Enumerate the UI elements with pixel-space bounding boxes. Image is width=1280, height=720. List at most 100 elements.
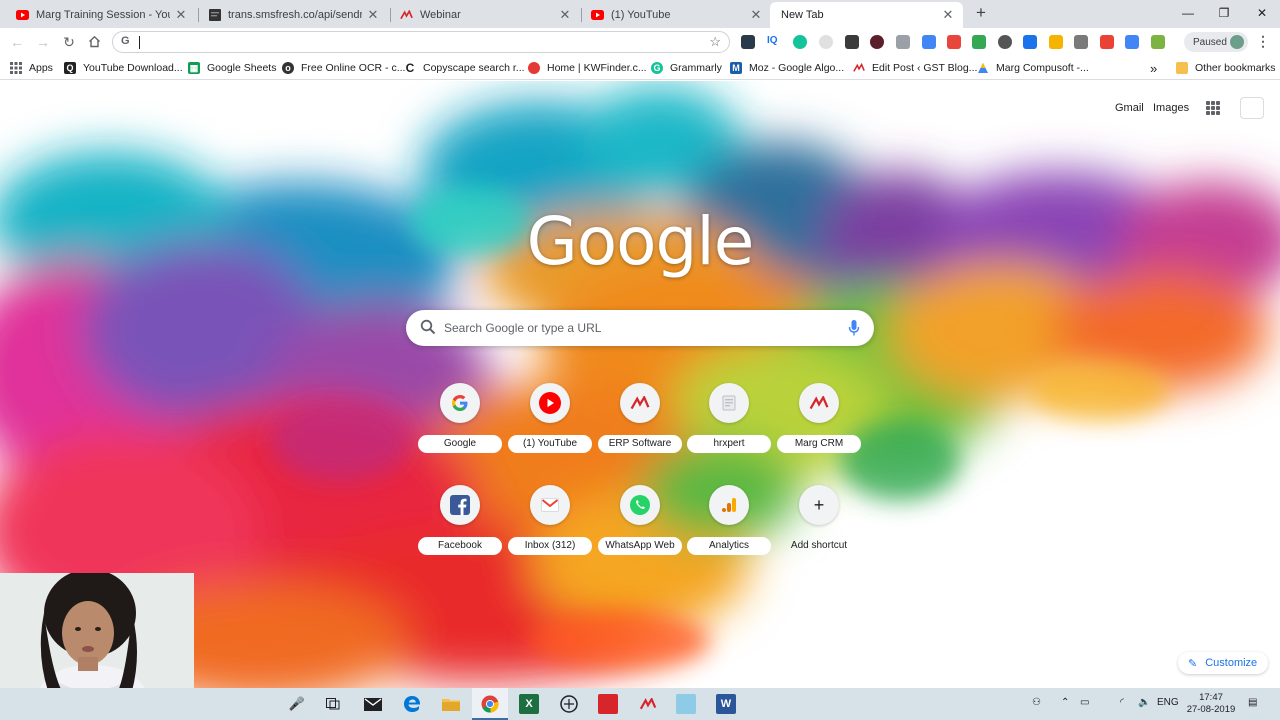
file-explorer-icon[interactable]	[441, 694, 461, 714]
shortcut-label: WhatsApp Web	[598, 537, 682, 555]
shortcut-google[interactable]: Google	[418, 383, 502, 469]
restore-button[interactable]: ❐	[1214, 4, 1234, 22]
extension-icon[interactable]	[922, 35, 936, 49]
bookmark-free-ocr[interactable]: o Free Online OCR - c...	[282, 60, 405, 76]
account-avatar[interactable]	[1240, 97, 1264, 119]
bookmarks-bar: Apps Q YouTube Download... ▦ Google Shee…	[0, 56, 1280, 80]
bookmark-google-sheets[interactable]: ▦ Google Sheets	[188, 60, 276, 76]
extension-icon[interactable]	[998, 35, 1012, 49]
microphone-icon[interactable]	[848, 319, 860, 337]
menu-kebab-icon[interactable]: ⋮	[1256, 33, 1270, 50]
close-icon[interactable]: ✕	[174, 7, 188, 23]
shortcut-label: Google	[418, 435, 502, 453]
power-icon[interactable]: ▭	[1080, 697, 1089, 708]
shortcut-erp-software[interactable]: ERP Software	[598, 383, 682, 469]
tab-marg-training[interactable]: Marg Training Session - YouTube ✕	[2, 2, 196, 28]
mail-icon[interactable]	[363, 694, 383, 714]
address-input[interactable]	[137, 34, 697, 50]
bookmarks-overflow-button[interactable]: »	[1150, 60, 1157, 76]
home-button[interactable]	[85, 33, 103, 51]
extension-icon[interactable]: IQ	[767, 35, 781, 49]
close-icon[interactable]: ✕	[941, 7, 955, 23]
shortcut-icon-circle	[440, 485, 480, 525]
google-sheets-icon: ▦	[188, 62, 200, 74]
bookmark-label: Google Sheets	[207, 62, 277, 74]
window-close-button[interactable]: ✕	[1252, 4, 1272, 22]
grammarly-icon[interactable]	[793, 35, 807, 49]
bookmark-kwfinder[interactable]: Home | KWFinder.c...	[528, 60, 647, 76]
extension-icon[interactable]	[1049, 35, 1063, 49]
profile-button[interactable]: Paused	[1184, 32, 1248, 52]
shortcut-marg-crm[interactable]: Marg CRM	[777, 383, 861, 469]
gmail-link[interactable]: Gmail	[1115, 102, 1144, 114]
bookmark-apps[interactable]: Apps	[10, 60, 53, 76]
tab-smsfresh[interactable]: trans.smsfresh.co/api/sendmsg.p ✕	[194, 2, 388, 28]
microphone-icon[interactable]: 🎤	[287, 694, 307, 714]
shortcut-hrxpert[interactable]: hrxpert	[687, 383, 771, 469]
reload-button[interactable]: ↻	[60, 33, 78, 51]
search-box[interactable]: Search Google or type a URL	[406, 310, 874, 346]
chevron-up-icon[interactable]: ⌃	[1061, 697, 1069, 708]
extension-icon[interactable]	[1023, 35, 1037, 49]
chrome-icon[interactable]	[480, 694, 500, 714]
shortcut-whatsapp-web[interactable]: WhatsApp Web	[598, 485, 682, 571]
marg-icon[interactable]	[638, 694, 658, 714]
bookmark-gst-blog[interactable]: Edit Post ‹ GST Blog...	[853, 60, 977, 76]
shortcut-inbox[interactable]: Inbox (312)	[508, 485, 592, 571]
extension-icon[interactable]	[845, 35, 859, 49]
extension-icon[interactable]	[947, 35, 961, 49]
link-extension-icon[interactable]	[819, 35, 833, 49]
network-icon[interactable]: ◜	[1120, 697, 1124, 708]
notepad-icon[interactable]	[676, 694, 696, 714]
language-indicator[interactable]: ENG	[1157, 697, 1179, 708]
bookmark-youtube-download[interactable]: Q YouTube Download...	[64, 60, 183, 76]
volume-icon[interactable]: 🔈	[1138, 697, 1150, 708]
extension-icon[interactable]	[1100, 35, 1114, 49]
bookmark-moz[interactable]: M Moz - Google Algo...	[730, 60, 844, 76]
customize-button[interactable]: ✎ Customize	[1178, 652, 1268, 674]
extension-icon[interactable]	[972, 35, 986, 49]
new-tab-button[interactable]: +	[972, 4, 990, 22]
edge-icon[interactable]	[402, 694, 422, 714]
google-apps-icon[interactable]	[1206, 101, 1220, 115]
add-shortcut-button[interactable]: + Add shortcut	[777, 485, 861, 571]
tab-new-tab[interactable]: New Tab ✕	[770, 2, 963, 28]
extension-icon[interactable]	[1074, 35, 1088, 49]
bookmark-marg-compusoft[interactable]: Marg Compusoft -...	[977, 60, 1089, 76]
tab-webinar[interactable]: Webinar ✕	[386, 2, 580, 28]
extension-icon[interactable]	[870, 35, 884, 49]
back-button[interactable]: ←	[8, 33, 26, 51]
extension-icon[interactable]	[741, 35, 755, 49]
marg-app-icon[interactable]	[598, 694, 618, 714]
shortcut-facebook[interactable]: Facebook	[418, 485, 502, 571]
shortcut-icon-circle: +	[799, 485, 839, 525]
task-view-icon[interactable]	[323, 694, 343, 714]
people-icon[interactable]: ⚇	[1032, 697, 1041, 708]
bookmark-grammarly[interactable]: G Grammarly	[651, 60, 722, 76]
notifications-icon[interactable]: ▤	[1248, 697, 1257, 708]
clock[interactable]: 17:47 27-08-2019	[1182, 692, 1240, 716]
address-bar[interactable]: G ☆	[112, 31, 730, 53]
close-icon[interactable]: ✕	[558, 7, 572, 23]
shortcut-label: (1) YouTube	[508, 435, 592, 453]
youtube-icon	[16, 9, 29, 22]
minimize-button[interactable]: —	[1178, 4, 1198, 22]
extension-icon[interactable]	[896, 35, 910, 49]
clock-time: 17:47	[1199, 692, 1223, 703]
extension-icon[interactable]	[1151, 35, 1165, 49]
bookmark-copyscape[interactable]: C Copyscape search r...	[404, 60, 525, 76]
tab-youtube[interactable]: (1) YouTube ✕	[577, 2, 771, 28]
close-icon[interactable]: ✕	[749, 7, 763, 23]
forward-button[interactable]: →	[34, 33, 52, 51]
shortcut-youtube[interactable]: (1) YouTube	[508, 383, 592, 469]
moz-icon: M	[730, 62, 742, 74]
excel-icon[interactable]: X	[519, 694, 539, 714]
close-icon[interactable]: ✕	[366, 7, 380, 23]
shortcut-analytics[interactable]: Analytics	[687, 485, 771, 571]
bookmark-other-bookmarks[interactable]: Other bookmarks	[1176, 60, 1276, 76]
bookmark-star-icon[interactable]: ☆	[709, 34, 721, 50]
app-icon[interactable]	[559, 694, 579, 714]
images-link[interactable]: Images	[1153, 102, 1189, 114]
word-icon[interactable]: W	[716, 694, 736, 714]
translate-icon[interactable]	[1125, 35, 1139, 49]
